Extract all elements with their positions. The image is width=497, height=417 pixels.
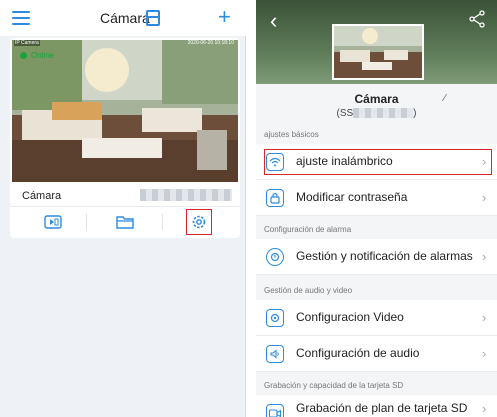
camera-name: Cámara [22,190,62,202]
speaker-icon [266,345,284,363]
settings-item-audio[interactable]: Configuración de audio › [256,336,497,372]
record-icon [266,404,284,417]
settings-item-label: Gestión y notificación de alarmas [296,249,473,263]
page-title: Cámara [100,10,150,26]
settings-item-label: Modificar contraseña [296,190,408,204]
chevron-right-icon: › [482,401,487,416]
camera-name: Cámara [354,92,399,106]
folder-icon[interactable] [114,211,136,233]
settings-item-label: Grabación de plan de tarjeta SD [296,401,468,415]
lock-icon [266,189,284,207]
settings-gear-icon[interactable] [188,211,210,233]
alarm-icon [266,248,284,266]
edit-icon[interactable]: ∕ [444,93,446,104]
camera-settings-screen: ‹ Cámara ∕ (SS) ajustes básicos ajuste i… [256,0,497,417]
settings-header: ‹ [256,0,497,84]
section-header-sd: Grabación y capacidad de la tarjeta SD [264,381,404,390]
status-text: Online [31,51,55,60]
layout-icon[interactable] [146,10,160,26]
section-header-basic: ajustes básicos [264,130,319,139]
wireless-highlight [264,149,492,175]
section-header-audio-video: Gestión de audio y video [264,286,353,295]
back-icon[interactable]: ‹ [270,10,277,32]
settings-item-sd-recording[interactable]: Grabación de plan de tarjeta SD › [256,395,497,417]
menu-icon[interactable] [12,11,30,25]
camera-uid-redacted [140,189,232,201]
section-header-alarm: Configuración de alarma [264,225,352,234]
video-icon [266,309,284,327]
chevron-right-icon: › [482,190,487,205]
chevron-right-icon: › [482,249,487,264]
status-badge: Online [20,51,54,60]
camera-thumbnail [332,24,424,80]
online-dot-icon [20,52,27,59]
camera-list-screen: Cámara + IP Camera 2020-06-20 10:18:10 O… [0,0,246,417]
overlay-label: IP Camera [14,40,40,46]
timestamp: 2020-06-20 10:18:10 [187,40,234,46]
camera-actions [10,206,240,236]
camera-uid: (SS) [336,108,417,119]
chevron-right-icon: › [482,310,487,325]
settings-item-alarms[interactable]: Gestión y notificación de alarmas › [256,239,497,275]
chevron-right-icon: › [482,346,487,361]
settings-item-video[interactable]: Configuracion Video › [256,300,497,336]
settings-item-password[interactable]: Modificar contraseña › [256,180,497,216]
settings-item-label: Configuracion Video [296,310,404,324]
share-icon[interactable] [468,10,486,28]
add-camera-icon[interactable]: + [218,6,231,28]
settings-item-label: Configuración de audio [296,346,420,360]
top-bar: Cámara + [0,0,246,36]
camera-card: IP Camera 2020-06-20 10:18:10 Online Cám… [10,38,240,238]
playback-icon[interactable] [42,211,64,233]
uid-redacted [353,108,414,119]
camera-preview[interactable] [12,40,238,182]
